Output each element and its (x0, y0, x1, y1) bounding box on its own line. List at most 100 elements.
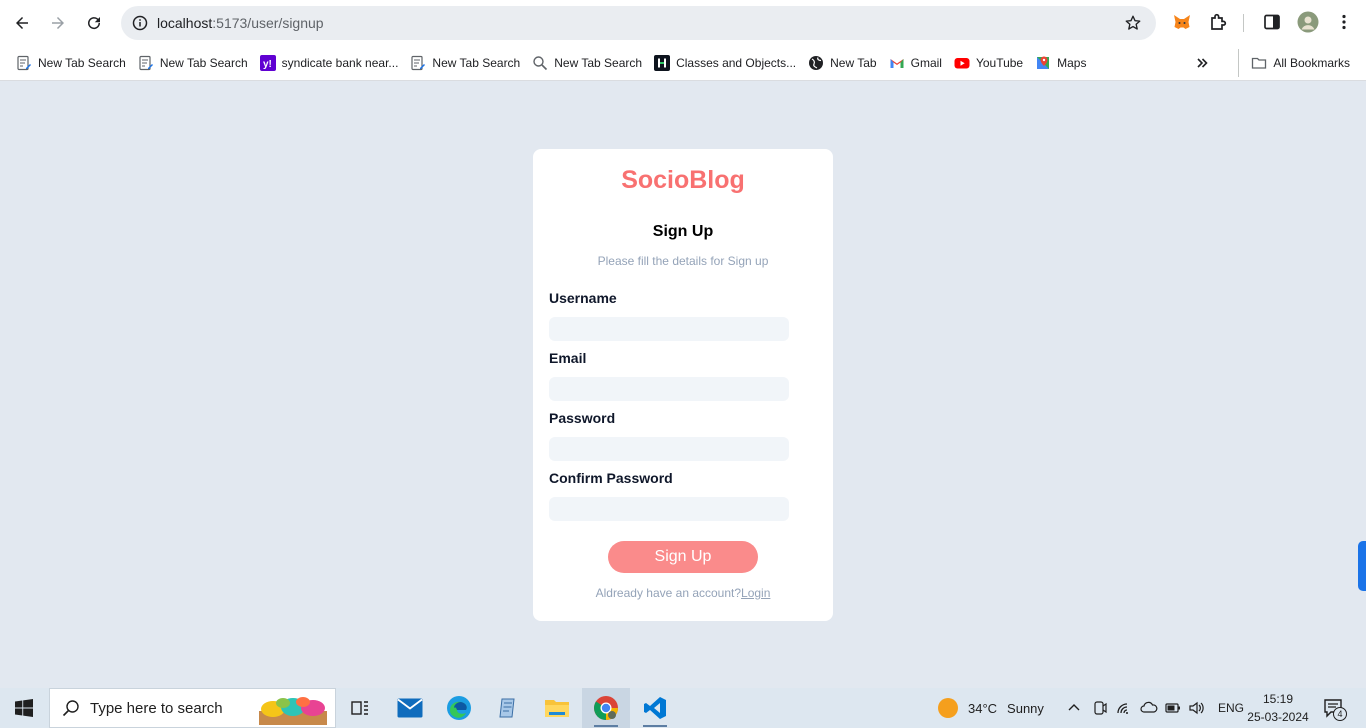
signup-button[interactable]: Sign Up (608, 541, 758, 573)
page-edit-icon (138, 55, 154, 71)
taskbar-search-placeholder: Type here to search (90, 699, 223, 717)
edge-icon (447, 696, 471, 720)
vscode-icon (644, 697, 666, 719)
side-panel-tab[interactable] (1358, 541, 1366, 591)
folder-icon (1251, 55, 1267, 71)
username-input[interactable] (549, 317, 789, 341)
yahoo-icon: y! (259, 55, 276, 71)
page-content: SocioBlog Sign Up Please fill the detail… (0, 81, 1366, 688)
username-label: Username (549, 290, 617, 306)
login-prompt-text: Aldready have an account? (595, 586, 742, 600)
profile-avatar[interactable] (1297, 11, 1319, 33)
url-text: localhost:5173/user/signup (157, 15, 324, 31)
battery-icon[interactable] (1164, 700, 1182, 716)
arrow-left-icon (16, 17, 28, 29)
bookmark-item[interactable]: New Tab Search (132, 49, 254, 77)
gmail-icon (889, 55, 905, 71)
address-bar[interactable]: localhost:5173/user/signup (121, 6, 1156, 40)
windows-taskbar: Type here to search 34°C Sunny ENG 15:19… (0, 688, 1366, 728)
weather-temperature: 34°C (968, 700, 998, 716)
site-info-icon[interactable] (123, 6, 157, 40)
volume-icon[interactable] (1188, 700, 1206, 716)
meet-now-icon[interactable] (1092, 700, 1108, 716)
sun-icon (938, 698, 958, 718)
reload-button[interactable] (76, 5, 112, 41)
side-panel-icon[interactable] (1261, 11, 1283, 33)
forward-button[interactable] (40, 5, 76, 41)
browser-toolbar: localhost:5173/user/signup (0, 0, 1366, 46)
search-icon (62, 700, 79, 717)
password-input[interactable] (549, 437, 789, 461)
bookmark-item[interactable]: Classes and Objects... (648, 49, 802, 77)
metamask-extension-icon[interactable] (1171, 11, 1193, 33)
page-edit-icon (410, 55, 426, 71)
bookmark-star-icon[interactable] (1124, 14, 1142, 32)
brand-logo-text: SocioBlog (621, 166, 745, 194)
reload-icon (88, 17, 101, 30)
signup-card: SocioBlog Sign Up Please fill the detail… (533, 149, 833, 621)
chrome-menu-icon[interactable] (1333, 11, 1355, 33)
login-link[interactable]: Login (741, 586, 770, 600)
vscode-app-button[interactable] (631, 688, 679, 728)
bookmarks-right: All Bookmarks (1188, 49, 1356, 77)
system-tray: ENG (1066, 688, 1244, 728)
notepad-app-button[interactable] (484, 688, 532, 728)
hackerrank-icon (654, 55, 671, 71)
chevron-double-right-icon (1194, 55, 1210, 71)
onedrive-icon[interactable] (1140, 700, 1158, 716)
bookmark-item[interactable]: New Tab Search (10, 49, 132, 77)
edge-browser-button[interactable] (435, 688, 483, 728)
clock-date: 25-03-2024 (1247, 710, 1309, 724)
chrome-icon (594, 696, 618, 720)
bookmark-item[interactable]: y! syndicate bank near... (254, 49, 405, 77)
confirm-password-label: Confirm Password (549, 470, 673, 486)
notification-count-badge: 4 (1333, 707, 1347, 721)
bookmark-item[interactable]: New Tab (802, 49, 882, 77)
holi-colors-illustration-icon (259, 697, 327, 725)
search-icon (532, 55, 548, 71)
extensions-puzzle-icon[interactable] (1207, 11, 1229, 33)
bookmark-item[interactable]: New Tab Search (526, 49, 648, 77)
weather-widget[interactable]: 34°C Sunny (937, 688, 1044, 728)
toolbar-divider (1243, 14, 1244, 32)
page-edit-icon (16, 55, 32, 71)
page-subtitle: Please fill the details for Sign up (597, 254, 769, 268)
task-view-button[interactable] (336, 688, 384, 728)
mail-app-button[interactable] (386, 688, 434, 728)
globe-icon (808, 55, 824, 71)
page-title: Sign Up (652, 223, 714, 240)
chevron-up-icon[interactable] (1066, 700, 1082, 716)
language-indicator[interactable]: ENG (1218, 701, 1244, 715)
clock[interactable]: 15:19 25-03-2024 (1244, 690, 1312, 726)
login-prompt: Aldready have an account?Login (533, 586, 833, 600)
email-input[interactable] (549, 377, 789, 401)
weather-condition: Sunny (1007, 700, 1044, 716)
notification-center-button[interactable]: 4 (1322, 688, 1347, 728)
email-label: Email (549, 350, 587, 366)
task-view-icon (351, 701, 368, 715)
youtube-icon (954, 55, 970, 71)
start-button[interactable] (0, 688, 48, 728)
bookmark-item[interactable]: Gmail (883, 49, 948, 77)
file-explorer-button[interactable] (533, 688, 581, 728)
password-label: Password (549, 410, 616, 426)
back-button[interactable] (4, 5, 40, 41)
clock-time: 15:19 (1262, 692, 1294, 706)
all-bookmarks-button[interactable]: All Bookmarks (1238, 49, 1356, 77)
bookmark-item[interactable]: YouTube (948, 49, 1029, 77)
mail-icon (397, 698, 423, 718)
notepad-icon (499, 698, 515, 718)
arrow-right-icon (52, 17, 64, 29)
more-bookmarks-button[interactable] (1188, 49, 1222, 77)
svg-text:y!: y! (263, 59, 272, 70)
wifi-icon[interactable] (1116, 700, 1134, 716)
bookmark-item[interactable]: New Tab Search (404, 49, 526, 77)
chrome-app-button[interactable] (582, 688, 630, 728)
windows-logo-icon (15, 699, 33, 717)
bookmarks-bar: New Tab Search New Tab Search y! syndica… (0, 46, 1366, 81)
taskbar-search-box[interactable]: Type here to search (49, 688, 336, 728)
maps-icon (1035, 55, 1051, 71)
bookmark-item[interactable]: Maps (1029, 49, 1092, 77)
folder-icon (545, 700, 569, 717)
confirm-password-input[interactable] (549, 497, 789, 521)
